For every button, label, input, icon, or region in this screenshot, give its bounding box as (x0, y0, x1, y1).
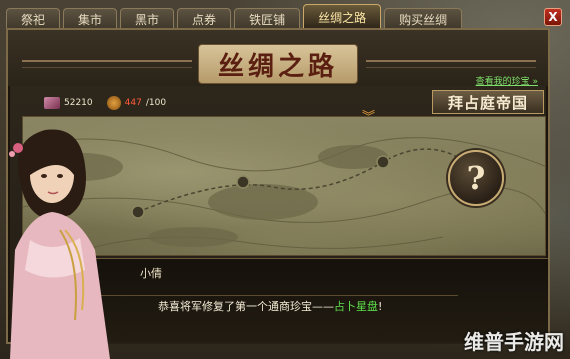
bag-current: 447 (124, 98, 142, 108)
tab-bar: 祭祀 集市 黑市 点券 铁匠铺 丝绸之路 购买丝绸 (0, 4, 570, 30)
tab-silk-road[interactable]: 丝绸之路 (303, 4, 382, 30)
route-node[interactable] (131, 205, 145, 219)
money-bag-icon (106, 96, 121, 110)
message-highlight: 占卜星盘 (334, 300, 378, 313)
bag-stat: 447/100 (106, 96, 167, 110)
bag-max: /100 (145, 98, 167, 108)
message-prefix: 恭喜将军修复了第一个通商珍宝—— (158, 300, 334, 313)
dialog-message: 恭喜将军修复了第一个通商珍宝——占卜星盘! (158, 298, 382, 314)
resource-stats: 52210 447/100 (44, 95, 166, 111)
tab-black-market[interactable]: 黑市 (120, 8, 175, 30)
silk-icon (44, 97, 60, 109)
tab-sacrifice[interactable]: 祭祀 (6, 8, 61, 30)
tab-blacksmith[interactable]: 铁匠铺 (234, 8, 301, 30)
message-suffix: ! (378, 300, 383, 313)
title-area: 丝绸之路 查看我的珍宝 » (8, 30, 548, 87)
speaker-name: 小倩 (140, 267, 162, 280)
title-ornament-right (366, 60, 536, 68)
view-treasure-link[interactable]: 查看我的珍宝 » (476, 74, 538, 87)
dialog-divider (98, 295, 458, 296)
watermark-text: 维普手游网 (464, 330, 564, 354)
close-button[interactable]: X (544, 8, 562, 26)
silk-amount: 52210 (64, 98, 93, 108)
title-ornament-left (22, 60, 192, 68)
tab-buy-silk[interactable]: 购买丝绸 (384, 8, 463, 30)
tab-market[interactable]: 集市 (63, 8, 118, 30)
tab-coupons[interactable]: 点券 (177, 8, 232, 30)
destination-banner: 拜占庭帝国 (432, 90, 544, 114)
route-node[interactable] (376, 155, 390, 169)
continue-chevron-icon[interactable]: ︾ (362, 111, 375, 124)
silk-stat: 52210 (44, 97, 93, 109)
info-button[interactable]: ? (448, 150, 504, 206)
route-node[interactable] (236, 175, 250, 189)
page-title: 丝绸之路 (217, 51, 338, 82)
title-scroll: 丝绸之路 (198, 44, 358, 84)
character-portrait (9, 129, 110, 359)
